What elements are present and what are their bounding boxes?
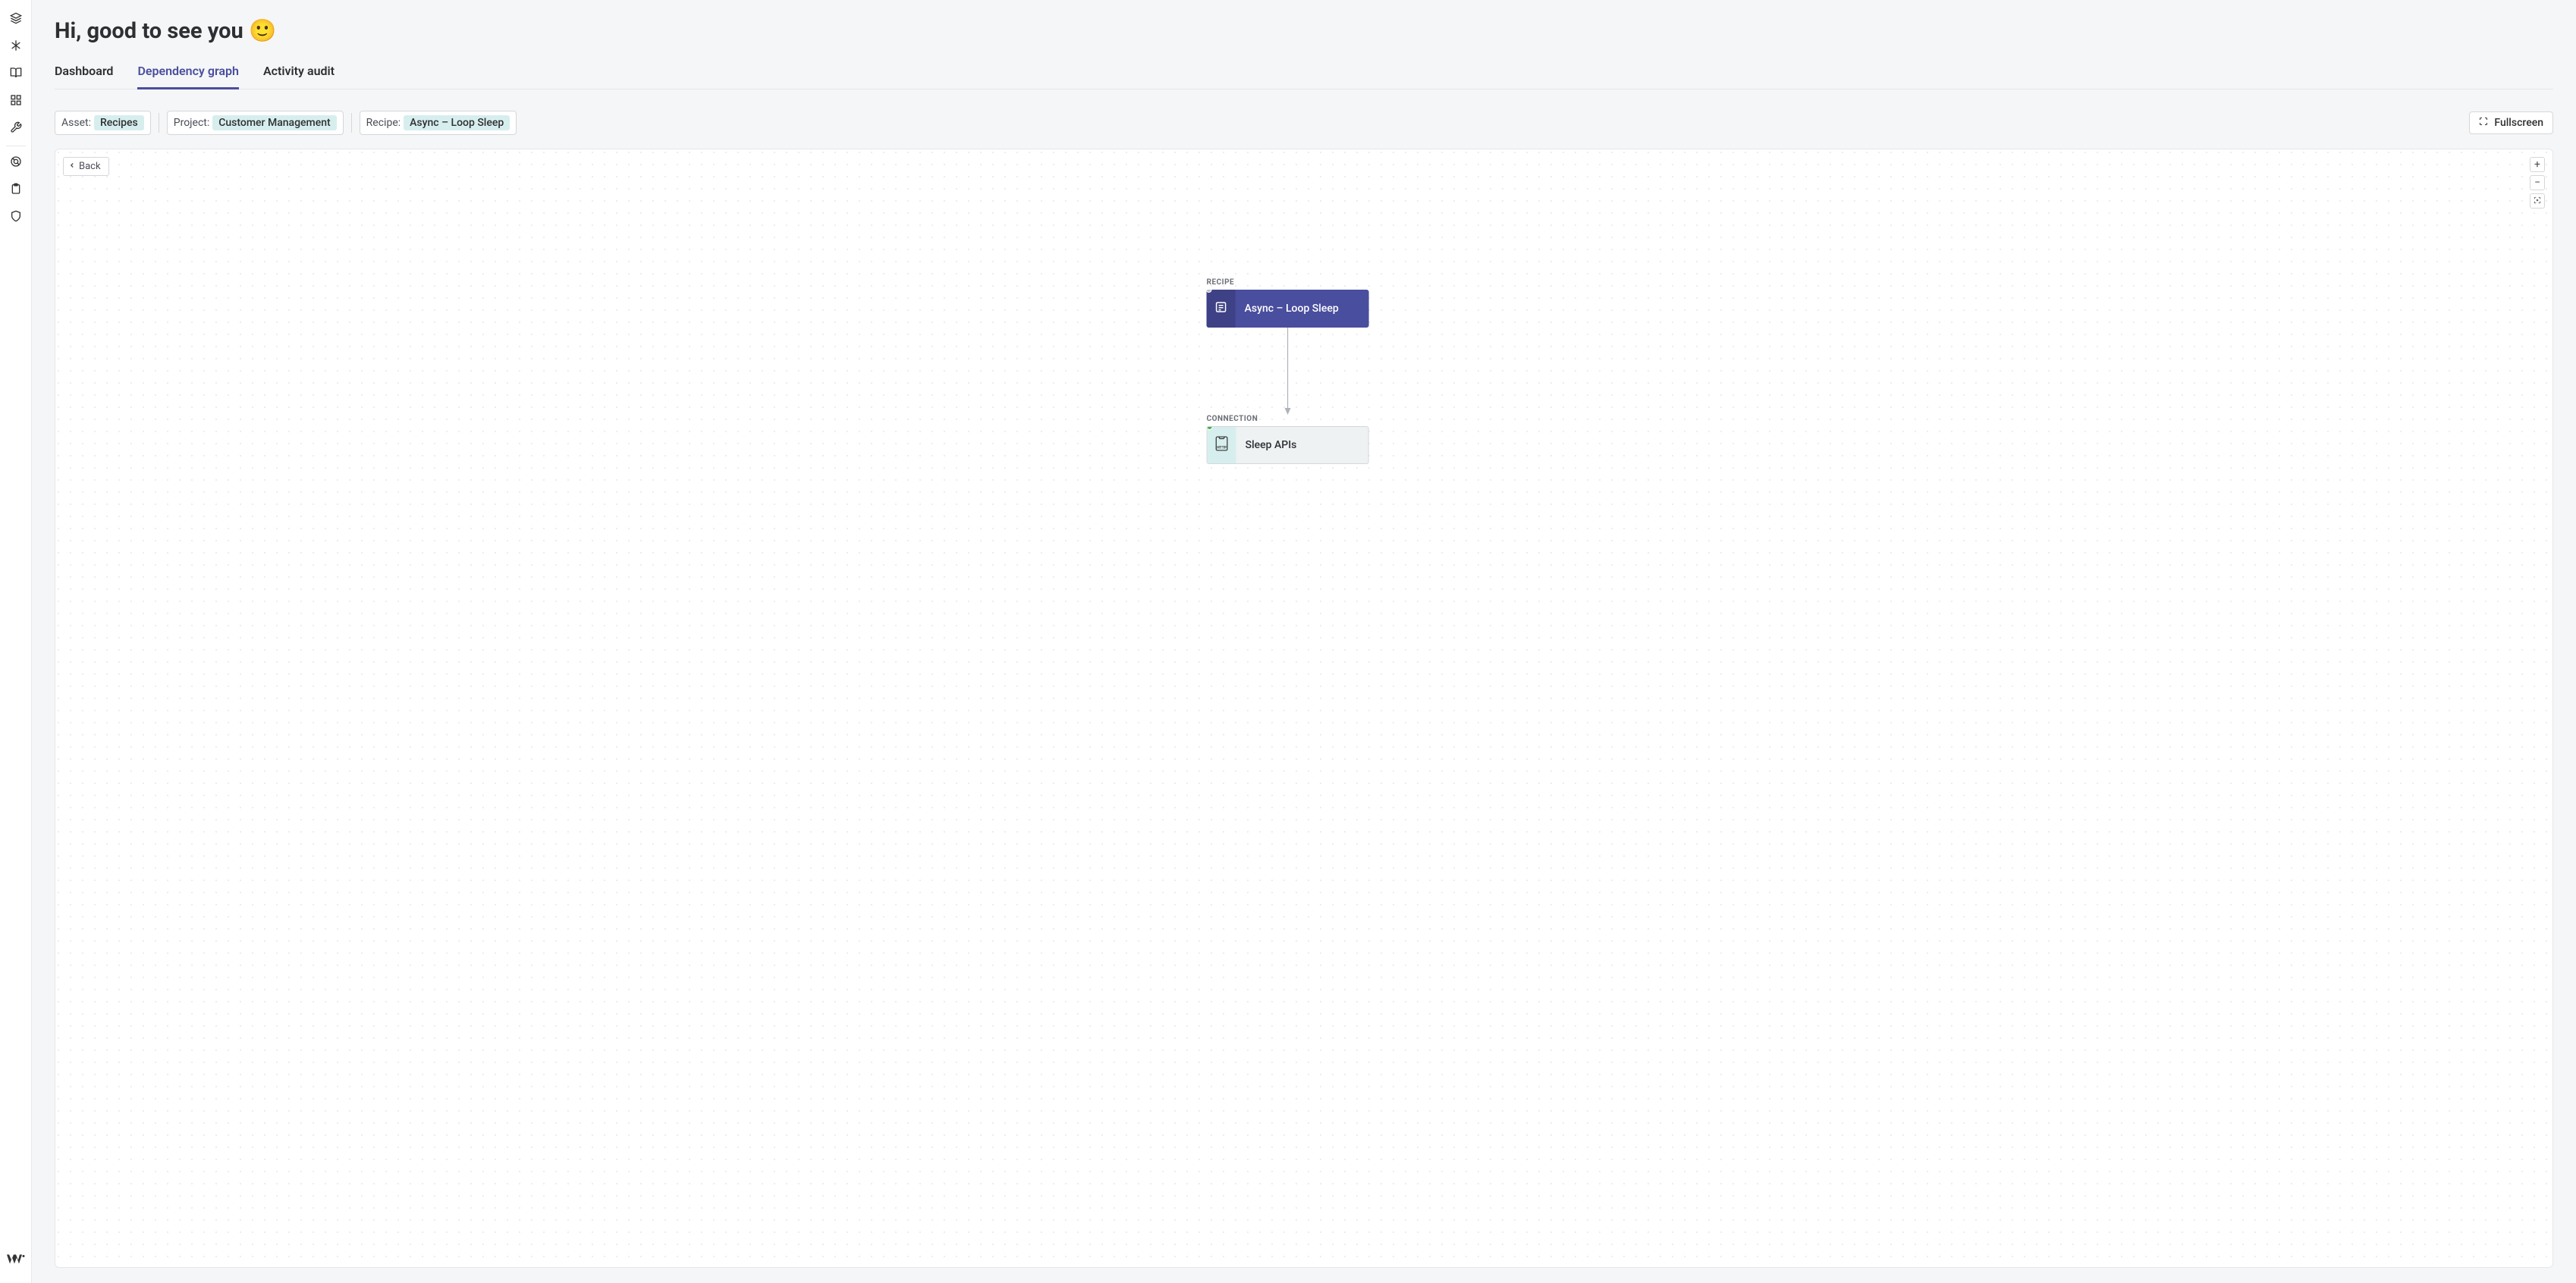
currency-icon	[10, 155, 22, 171]
dependency-graph-canvas[interactable]: Back + −	[55, 149, 2553, 1268]
recipe-node-label: RECIPE	[1207, 278, 1369, 287]
minus-icon: −	[2534, 177, 2540, 189]
sidebar-item-clipboard[interactable]	[1, 177, 31, 204]
sidebar-item-snowflake[interactable]	[1, 33, 31, 61]
tab-dashboard[interactable]: Dashboard	[55, 64, 113, 89]
filter-project[interactable]: Project: Customer Management	[167, 111, 344, 135]
recipe-node[interactable]: Async – Loop Sleep	[1207, 290, 1369, 328]
filter-separator	[351, 113, 352, 133]
tab-activity-audit[interactable]: Activity audit	[263, 64, 335, 89]
sidebar-item-layers[interactable]	[1, 6, 31, 33]
tab-dependency-graph[interactable]: Dependency graph	[137, 64, 239, 89]
fullscreen-icon	[2479, 117, 2488, 129]
sidebar-item-shield[interactable]	[1, 204, 31, 231]
sidebar-item-grid[interactable]	[1, 88, 31, 115]
filter-asset-label: Asset:	[61, 117, 91, 129]
sidebar-item-wrench[interactable]	[1, 115, 31, 143]
target-icon	[2534, 195, 2541, 207]
filter-recipe-value: Async – Loop Sleep	[404, 115, 510, 130]
filter-recipe-label: Recipe:	[366, 117, 401, 129]
page-title: Hi, good to see you 🙂	[55, 18, 2553, 44]
zoom-fit-button[interactable]	[2530, 193, 2545, 209]
filter-project-value: Customer Management	[212, 115, 336, 130]
snowflake-icon	[10, 39, 22, 55]
grid-icon	[10, 94, 22, 109]
recipe-node-name: Async – Loop Sleep	[1236, 290, 1369, 328]
layers-icon	[10, 12, 22, 27]
filter-asset-value: Recipes	[94, 115, 144, 130]
plus-icon: +	[2534, 158, 2540, 171]
recipe-icon	[1214, 300, 1228, 317]
app-logo[interactable]	[1, 1245, 31, 1275]
connection-node[interactable]: HTTP Sleep APIs	[1207, 426, 1369, 464]
chevron-left-icon	[68, 161, 76, 172]
zoom-out-button[interactable]: −	[2530, 175, 2545, 190]
book-icon	[10, 67, 22, 82]
filter-recipe[interactable]: Recipe: Async – Loop Sleep	[360, 111, 517, 135]
svg-text:HTTP: HTTP	[1217, 446, 1227, 450]
sidebar-item-currency[interactable]	[1, 149, 31, 177]
connection-node-name: Sleep APIs	[1236, 427, 1368, 463]
fullscreen-button[interactable]: Fullscreen	[2469, 111, 2553, 134]
back-button[interactable]: Back	[63, 157, 109, 176]
filter-project-label: Project:	[174, 117, 210, 129]
wrench-icon	[10, 121, 22, 136]
filter-asset[interactable]: Asset: Recipes	[55, 111, 151, 135]
shield-icon	[10, 210, 22, 225]
sidebar-item-book[interactable]	[1, 61, 31, 88]
clipboard-icon	[10, 183, 22, 198]
zoom-in-button[interactable]: +	[2530, 157, 2545, 172]
http-icon: HTTP	[1212, 434, 1232, 456]
connection-node-label: CONNECTION	[1207, 415, 1369, 423]
